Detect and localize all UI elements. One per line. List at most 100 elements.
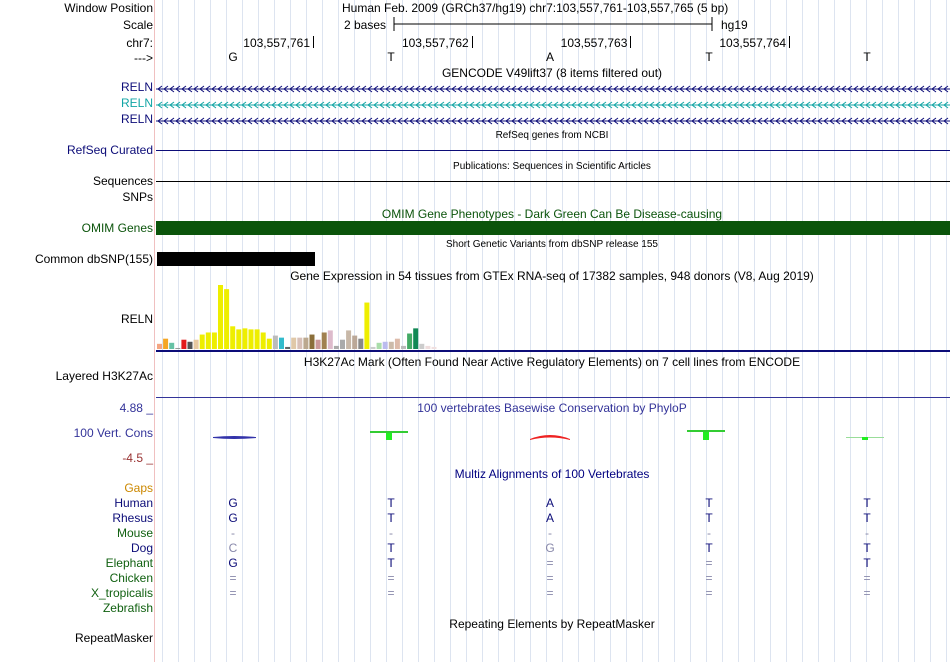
chrom-tick-mark <box>471 36 473 48</box>
gtex-tissue-bar <box>364 302 370 349</box>
gtex-tissue-bar <box>285 346 291 349</box>
gencode-transcript-3[interactable] <box>156 115 950 125</box>
species-label[interactable]: Mouse <box>117 526 153 540</box>
gtex-tissue-bar <box>266 338 272 349</box>
gencode-gene-label-3[interactable]: RELN <box>121 112 153 126</box>
gtex-tissue-bar <box>333 345 339 349</box>
alignment-base: - <box>865 526 869 540</box>
refseq-gene-line[interactable] <box>156 150 950 151</box>
species-label[interactable]: Human <box>114 496 153 510</box>
gtex-tissue-bar <box>370 346 376 349</box>
phylop-min: -4.5 _ <box>122 451 153 465</box>
species-label[interactable]: Elephant <box>106 556 153 570</box>
gencode-transcript-2[interactable] <box>156 99 950 109</box>
alignment-base: G <box>228 496 238 510</box>
chrom-tick-mark <box>789 36 791 48</box>
chrom-tick-mark <box>313 36 314 48</box>
alignment-base: - <box>389 526 393 540</box>
alignment-base: = <box>863 586 871 600</box>
h3k27ac-baseline <box>156 397 950 398</box>
chrom-tick-label: 103,557,761 <box>243 36 310 50</box>
dbsnp-variant-bar[interactable] <box>157 252 315 266</box>
alignment-base: T <box>387 556 395 570</box>
alignment-base: = <box>546 586 554 600</box>
alignment-base: = <box>705 571 713 585</box>
alignment-base: T <box>705 511 713 525</box>
gtex-track-title: Gene Expression in 54 tissues from GTEx … <box>290 269 814 283</box>
chrom-tick-label: 103,557,762 <box>401 36 469 50</box>
gaps-label[interactable]: Gaps <box>124 481 153 495</box>
h3k27ac-track-title: H3K27Ac Mark (Often Found Near Active Re… <box>303 355 801 369</box>
alignment-base: = <box>387 586 395 600</box>
dbsnp-label[interactable]: Common dbSNP(155) <box>35 252 153 266</box>
omim-label[interactable]: OMIM Genes <box>82 221 153 235</box>
gtex-tissue-bar <box>309 334 315 349</box>
gtex-tissue-bar <box>181 339 187 349</box>
gtex-tissue-bar <box>425 345 431 349</box>
gtex-tissue-bar <box>407 333 413 349</box>
alignment-base: T <box>863 511 871 525</box>
alignment-base: = <box>705 556 713 570</box>
alignment-base: A <box>545 496 555 510</box>
publications-line[interactable] <box>156 181 950 182</box>
gtex-tissue-bar <box>291 337 297 349</box>
species-label[interactable]: Chicken <box>110 571 153 585</box>
gtex-tissue-bar <box>254 329 260 349</box>
phylop-mark-2 <box>370 431 408 433</box>
gencode-transcript-1[interactable] <box>156 83 950 93</box>
alignment-base: G <box>228 511 238 525</box>
alignment-base: = <box>546 556 554 570</box>
gencode-gene-label-1[interactable]: RELN <box>121 80 153 94</box>
phylop-track-title: 100 vertebrates Basewise Conservation by… <box>417 401 687 415</box>
gtex-bar-chart[interactable] <box>156 282 950 352</box>
chrom-tick-label: 103,557,764 <box>719 36 787 50</box>
gtex-tissue-bar <box>218 285 223 349</box>
reference-base: T <box>387 50 395 64</box>
species-label[interactable]: Zebrafish <box>103 601 153 615</box>
alignment-base: = <box>229 571 237 585</box>
window-position-label: Window Position <box>64 1 153 15</box>
species-label[interactable]: Dog <box>131 541 153 555</box>
gtex-tissue-bar <box>157 343 162 349</box>
phylop-mark-8 <box>862 437 868 440</box>
gtex-tissue-bar <box>224 289 230 349</box>
gtex-tissue-bar <box>193 339 199 349</box>
omim-gene-bar[interactable] <box>156 221 950 235</box>
refseq-label[interactable]: RefSeq Curated <box>67 143 153 157</box>
gtex-tissue-bar <box>431 346 437 349</box>
gtex-tissue-bar <box>352 335 358 349</box>
phylop-label[interactable]: 100 Vert. Cons <box>74 426 153 440</box>
gtex-tissue-bar <box>279 337 284 349</box>
gtex-tissue-bar <box>175 347 181 349</box>
species-label[interactable]: X_tropicalis <box>91 586 153 600</box>
gtex-tissue-bar <box>346 330 352 349</box>
gtex-tissue-bar <box>169 342 175 349</box>
h3k27ac-label[interactable]: Layered H3K27Ac <box>56 369 153 383</box>
alignment-base: = <box>863 571 871 585</box>
phylop-signal[interactable] <box>156 425 950 445</box>
alignment-base: T <box>387 511 395 525</box>
gtex-tissue-bar <box>327 330 333 349</box>
phylop-max: 4.88 _ <box>119 401 153 415</box>
publications-label[interactable]: Sequences <box>93 174 153 188</box>
alignment-base: = <box>546 571 554 585</box>
alignment-base: T <box>863 541 871 555</box>
alignment-base: T <box>705 496 713 510</box>
gtex-tissue-bar <box>230 326 236 349</box>
reference-base: T <box>705 50 713 64</box>
gtex-tissue-bar <box>376 342 382 349</box>
gtex-tissue-bar <box>358 338 364 349</box>
gtex-tissue-bar <box>388 341 394 349</box>
gencode-gene-label-2[interactable]: RELN <box>121 96 153 110</box>
snps-label[interactable]: SNPs <box>122 190 153 204</box>
gtex-tissue-bar <box>394 338 400 349</box>
phylop-mark-6 <box>703 432 709 440</box>
gtex-tissue-bar <box>211 332 217 349</box>
repeatmasker-label[interactable]: RepeatMasker <box>75 631 153 645</box>
alignment-base: - <box>707 526 711 540</box>
alignment-base: C <box>228 541 238 555</box>
omim-track-title: OMIM Gene Phenotypes - Dark Green Can Be… <box>381 207 723 221</box>
gtex-label[interactable]: RELN <box>121 312 153 326</box>
scale-bases: 2 bases <box>344 18 387 32</box>
species-label[interactable]: Rhesus <box>112 511 153 525</box>
